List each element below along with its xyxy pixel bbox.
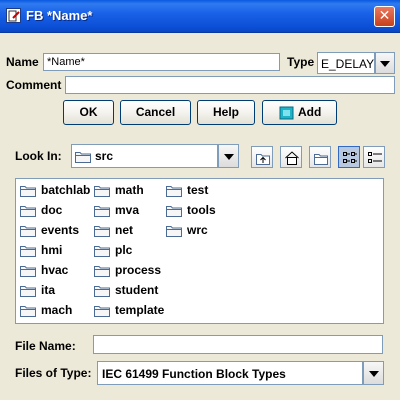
folder-icon [20,186,36,197]
folder-icon [94,246,110,257]
comment-label: Comment [6,78,62,92]
folder-icon [94,286,110,297]
home-icon [285,151,299,165]
files-of-type-value: IEC 61499 Function Block Types [102,367,286,381]
folder-icon [166,206,182,217]
folder-icon [20,266,36,277]
folder-icon [94,266,110,277]
window-title: FB *Name* [26,8,93,23]
list-item-label: test [187,183,209,197]
list-item-label: net [115,223,133,237]
list-view-icon [343,152,357,163]
details-view-button[interactable] [363,146,385,168]
type-select[interactable]: E_DELAY [317,52,375,74]
list-item-label: mach [41,303,73,317]
look-in-select[interactable]: src [71,144,218,168]
add-button[interactable]: Add [262,100,337,125]
folder-icon [75,152,91,163]
close-button[interactable]: ✕ [374,6,395,27]
new-folder-button[interactable] [309,146,331,168]
name-input[interactable]: *Name* [43,53,280,71]
list-item-label: student [115,283,159,297]
list-item-label: tools [187,203,216,217]
comment-input[interactable] [65,76,395,94]
list-item-label: doc [41,203,63,217]
list-item-label: template [115,303,165,317]
look-in-label: Look In: [15,149,62,163]
folder-icon [94,226,110,237]
up-folder-icon [256,154,270,165]
close-icon: ✕ [378,8,391,24]
folder-icon [20,286,36,297]
name-label: Name [6,55,39,69]
type-select-value: E_DELAY [321,57,375,71]
folder-icon [166,186,182,197]
look-in-dropdown-button[interactable] [218,144,239,168]
list-item-label: math [115,183,144,197]
look-in-value: src [95,149,114,163]
name-input-value: *Name* [47,56,85,68]
list-item-label: plc [115,243,133,257]
files-of-type-select[interactable]: IEC 61499 Function Block Types [97,361,363,385]
list-item-label: batchlab [41,183,91,197]
list-item-label: events [41,223,80,237]
list-view-button[interactable] [338,146,360,168]
title-bar[interactable]: FB *Name* ✕ [0,0,400,33]
app-window-icon [6,8,21,23]
type-dropdown-button[interactable] [375,52,395,74]
list-item-label: hmi [41,243,63,257]
new-folder-icon [314,154,328,165]
details-view-icon [368,152,382,163]
list-item-label: ita [41,283,56,297]
list-item-label: mva [115,203,140,217]
ok-button[interactable]: OK [63,100,114,125]
help-button[interactable]: Help [197,100,255,125]
add-button-label: Add [298,105,322,119]
list-item-label: process [115,263,162,277]
home-button[interactable] [280,146,302,168]
folder-icon [166,226,182,237]
up-folder-button[interactable] [251,146,273,168]
folder-icon [20,226,36,237]
folder-icon [94,306,110,317]
file-list[interactable]: batchlab doc events hmi hvac ita mach math mva ne… [15,178,384,324]
folder-icon [94,206,110,217]
file-name-input[interactable] [93,335,383,354]
file-name-label: File Name: [15,339,76,353]
list-item-label: hvac [41,263,69,277]
add-block-icon [279,106,294,120]
folder-icon [20,306,36,317]
files-of-type-label: Files of Type: [15,366,92,380]
folder-icon [20,246,36,257]
type-label: Type [287,55,315,69]
folder-icon [20,206,36,217]
folder-icon [94,186,110,197]
files-of-type-dropdown-button[interactable] [363,361,384,385]
cancel-button[interactable]: Cancel [120,100,191,125]
list-item-label: wrc [187,223,208,237]
